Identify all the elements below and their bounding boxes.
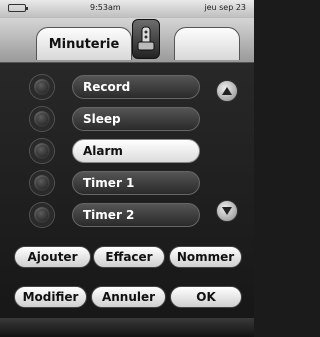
radio-button-icon[interactable] <box>30 139 54 163</box>
radio-button-icon[interactable] <box>30 107 54 131</box>
status-bar: 9:53am jeu sep 23 <box>0 0 254 18</box>
list-item-record[interactable]: Record <box>72 75 200 99</box>
remote-control-glyph <box>137 26 155 51</box>
device-screen: 9:53am jeu sep 23 Minuterie Record Sleep… <box>0 0 254 337</box>
triangle-down-icon <box>222 207 232 215</box>
list-row-alarm: Alarm <box>0 136 254 166</box>
tab-blank[interactable] <box>174 27 240 60</box>
scroll-up-button[interactable] <box>216 80 238 102</box>
list-item-timer-2[interactable]: Timer 2 <box>72 203 200 227</box>
remote-control-icon[interactable] <box>132 19 160 59</box>
radio-button-icon[interactable] <box>30 171 54 195</box>
modifier-button[interactable]: Modifier <box>14 286 87 308</box>
bottom-bar <box>0 318 254 337</box>
nommer-button[interactable]: Nommer <box>169 246 242 268</box>
header: Minuterie <box>0 18 254 63</box>
tab-minuterie[interactable]: Minuterie <box>36 27 132 60</box>
radio-button-icon[interactable] <box>30 203 54 227</box>
scroll-down-button[interactable] <box>216 200 238 222</box>
effacer-button[interactable]: Effacer <box>93 246 165 268</box>
list-item-sleep[interactable]: Sleep <box>72 107 200 131</box>
ajouter-button[interactable]: Ajouter <box>14 246 91 268</box>
list-row-sleep: Sleep <box>0 104 254 134</box>
list-item-timer-1[interactable]: Timer 1 <box>72 171 200 195</box>
list-item-alarm[interactable]: Alarm <box>72 139 200 163</box>
status-time: 9:53am <box>90 3 121 12</box>
ok-button[interactable]: OK <box>170 286 242 308</box>
annuler-button[interactable]: Annuler <box>91 286 166 308</box>
battery-icon <box>8 4 28 12</box>
list-row-timer-1: Timer 1 <box>0 168 254 198</box>
radio-button-icon[interactable] <box>30 75 54 99</box>
status-date: jeu sep 23 <box>204 3 246 12</box>
triangle-up-icon <box>222 87 232 95</box>
